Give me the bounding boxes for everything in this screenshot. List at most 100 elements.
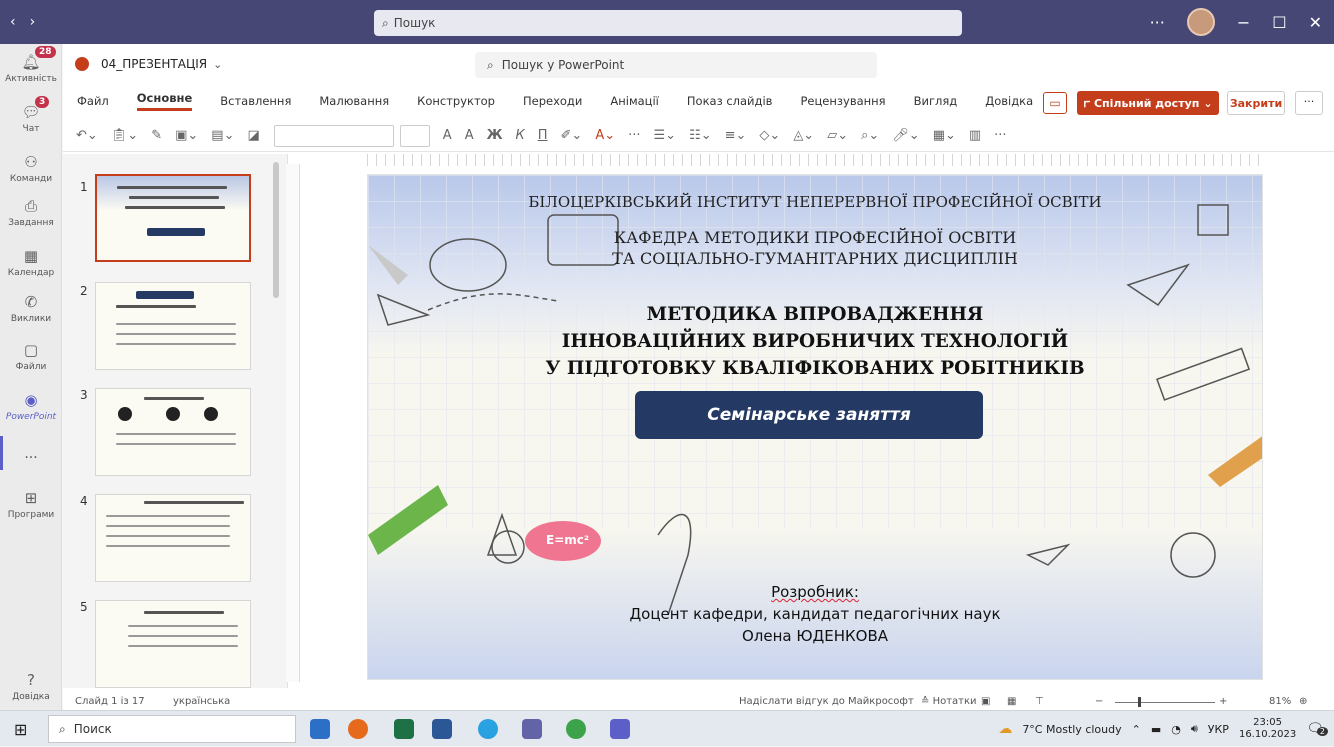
minimize-icon[interactable]: − — [1237, 13, 1250, 32]
rail-calendar[interactable]: ▦ Календар — [0, 246, 62, 278]
tab-home[interactable]: Основне — [136, 91, 193, 111]
bullets-icon[interactable]: ☰⌄ — [654, 128, 677, 143]
tray-chevron-icon[interactable]: ⌃ — [1132, 723, 1141, 736]
feedback-link[interactable]: Надіслати відгук до Майкрософт — [739, 696, 914, 707]
tab-review[interactable]: Рецензування — [800, 94, 885, 108]
notes-button[interactable]: ≙ Нотатки — [921, 696, 977, 707]
ppt-search-input[interactable]: ⌕ Пошук у PowerPoint — [475, 52, 877, 78]
lang-indicator[interactable]: УКР — [1208, 723, 1229, 736]
rail-calls[interactable]: ✆ Виклики — [0, 292, 62, 324]
forward-icon[interactable]: › — [30, 14, 36, 30]
volume-icon[interactable]: 🔊︎ — [1191, 722, 1198, 736]
addins-icon[interactable]: ▥ — [969, 128, 981, 143]
rail-more[interactable]: ... — [0, 446, 62, 462]
more-options-icon[interactable]: ··· — [1150, 13, 1165, 32]
zoom-in-icon[interactable]: + — [1219, 696, 1227, 707]
wifi-icon[interactable]: ◔ — [1171, 723, 1181, 736]
avatar[interactable] — [1186, 8, 1215, 36]
excel-icon[interactable] — [394, 719, 414, 739]
thumbnails-scrollbar[interactable] — [273, 162, 279, 298]
tab-insert[interactable]: Вставлення — [220, 94, 291, 108]
normal-view-icon[interactable]: ▣ — [981, 696, 990, 707]
word-icon[interactable] — [432, 719, 452, 739]
slide-thumbnail-4[interactable] — [95, 494, 251, 582]
outline-icon[interactable]: ▱⌄ — [827, 128, 848, 143]
undo-icon[interactable]: ↶⌄ — [76, 128, 98, 143]
new-slide-icon[interactable]: ▣⌄ — [175, 128, 198, 143]
more-toolbar-icon[interactable]: ··· — [994, 128, 1006, 143]
align-icon[interactable]: ≡⌄ — [725, 128, 747, 143]
font-color-icon[interactable]: A⌄ — [595, 128, 615, 143]
share-button[interactable]: ꭈ Спільний доступ ⌄ — [1077, 91, 1219, 115]
zoom-thumb[interactable] — [1138, 697, 1141, 707]
underline-icon[interactable]: П — [538, 128, 548, 143]
font-size-select[interactable] — [399, 124, 430, 147]
dictate-icon[interactable]: 🎤︎⌄ — [892, 128, 919, 143]
fill-icon[interactable]: ◬⌄ — [793, 128, 814, 143]
notification-icon[interactable]: 🗨︎ 2 — [1306, 721, 1328, 737]
taskbar-search-input[interactable]: ⌕ Поиск — [48, 715, 296, 743]
slide-thumbnail-3[interactable] — [95, 388, 251, 476]
format-painter-icon[interactable]: ✎ — [151, 128, 162, 143]
slide-canvas[interactable]: E=mc² БІЛОЦЕРКІВСЬКИЙ ІНСТИТУТ НЕПЕРЕРВН… — [367, 174, 1263, 680]
rail-teams[interactable]: ⚇ Команди — [0, 152, 62, 184]
comment-button[interactable]: ▭ — [1043, 92, 1067, 114]
font-family-select[interactable] — [273, 124, 394, 147]
rail-chat[interactable]: 💬︎ 3 Чат — [0, 96, 62, 134]
maximize-icon[interactable]: ☐ — [1272, 13, 1286, 32]
zoom-level[interactable]: 81% — [1269, 696, 1291, 707]
windows-start-icon[interactable]: ⊞ — [14, 720, 27, 739]
language-indicator[interactable]: українська — [173, 696, 230, 707]
app-icon[interactable] — [522, 719, 542, 739]
teams-taskbar-icon[interactable] — [610, 719, 630, 739]
tab-slideshow[interactable]: Показ слайдів — [687, 94, 773, 108]
fit-slide-icon[interactable]: ⊕ — [1299, 696, 1307, 707]
more-font-icon[interactable]: ··· — [628, 128, 640, 143]
slide-thumbnail-1[interactable] — [95, 174, 251, 262]
chevron-down-icon[interactable]: ⌄ — [213, 58, 222, 71]
numbering-icon[interactable]: ☷⌄ — [689, 128, 712, 143]
rail-activity[interactable]: 🔔︎ 28 Активність — [0, 46, 62, 84]
highlight-icon[interactable]: ✐⌄ — [561, 128, 583, 143]
task-view-icon[interactable] — [310, 719, 330, 739]
rail-files[interactable]: ▢ Файли — [0, 340, 62, 372]
designer-icon[interactable]: ▦⌄ — [933, 128, 956, 143]
zoom-slider[interactable] — [1115, 702, 1215, 703]
close-window-icon[interactable]: ✕ — [1309, 13, 1322, 32]
tab-transitions[interactable]: Переходи — [523, 94, 582, 108]
slide-thumbnail-5[interactable] — [95, 600, 251, 688]
back-icon[interactable]: ‹ — [10, 14, 16, 30]
shapes-icon[interactable]: ◇⌄ — [759, 128, 780, 143]
italic-icon[interactable]: К — [516, 128, 525, 143]
rail-tasks[interactable]: ⎙ Завдання — [0, 196, 62, 228]
battery-icon[interactable]: ▬ — [1151, 723, 1161, 736]
clock[interactable]: 23:05 16.10.2023 — [1239, 717, 1296, 741]
chrome-icon[interactable] — [566, 719, 586, 739]
layout-icon[interactable]: ▤⌄ — [211, 128, 234, 143]
teams-search-input[interactable]: ⌕ Пошук — [374, 10, 962, 36]
reading-view-icon[interactable]: ⊤ — [1035, 696, 1044, 707]
document-name[interactable]: 04_ПРЕЗЕНТАЦІЯ — [101, 57, 207, 71]
reset-icon[interactable]: ◪ — [247, 128, 259, 143]
tab-design[interactable]: Конструктор — [417, 94, 495, 108]
tab-animations[interactable]: Анімації — [610, 94, 659, 108]
rail-apps[interactable]: ⊞ Програми — [0, 488, 62, 520]
weather-text[interactable]: 7°C Mostly cloudy — [1022, 723, 1121, 736]
zoom-out-icon[interactable]: − — [1095, 696, 1103, 707]
tab-draw[interactable]: Малювання — [319, 94, 389, 108]
tab-view[interactable]: Вигляд — [914, 94, 958, 108]
paste-icon[interactable]: 📋︎⌄ — [111, 128, 138, 143]
close-document-button[interactable]: Закрити — [1227, 91, 1285, 115]
more-options-button[interactable]: ··· — [1295, 91, 1323, 115]
rail-help[interactable]: ? Довідка — [0, 670, 62, 702]
tab-help[interactable]: Довідка — [985, 94, 1033, 108]
tab-file[interactable]: Файл — [77, 94, 109, 108]
telegram-icon[interactable] — [478, 719, 498, 739]
shrink-font-icon[interactable]: A — [465, 128, 474, 143]
sorter-view-icon[interactable]: ▦ — [1007, 696, 1016, 707]
find-icon[interactable]: ⌕⌄ — [861, 128, 879, 143]
rail-powerpoint[interactable]: ◉ PowerPoint — [0, 390, 62, 422]
slide-thumbnail-2[interactable] — [95, 282, 251, 370]
grow-font-icon[interactable]: A — [443, 128, 452, 143]
bold-icon[interactable]: Ж — [487, 128, 503, 143]
